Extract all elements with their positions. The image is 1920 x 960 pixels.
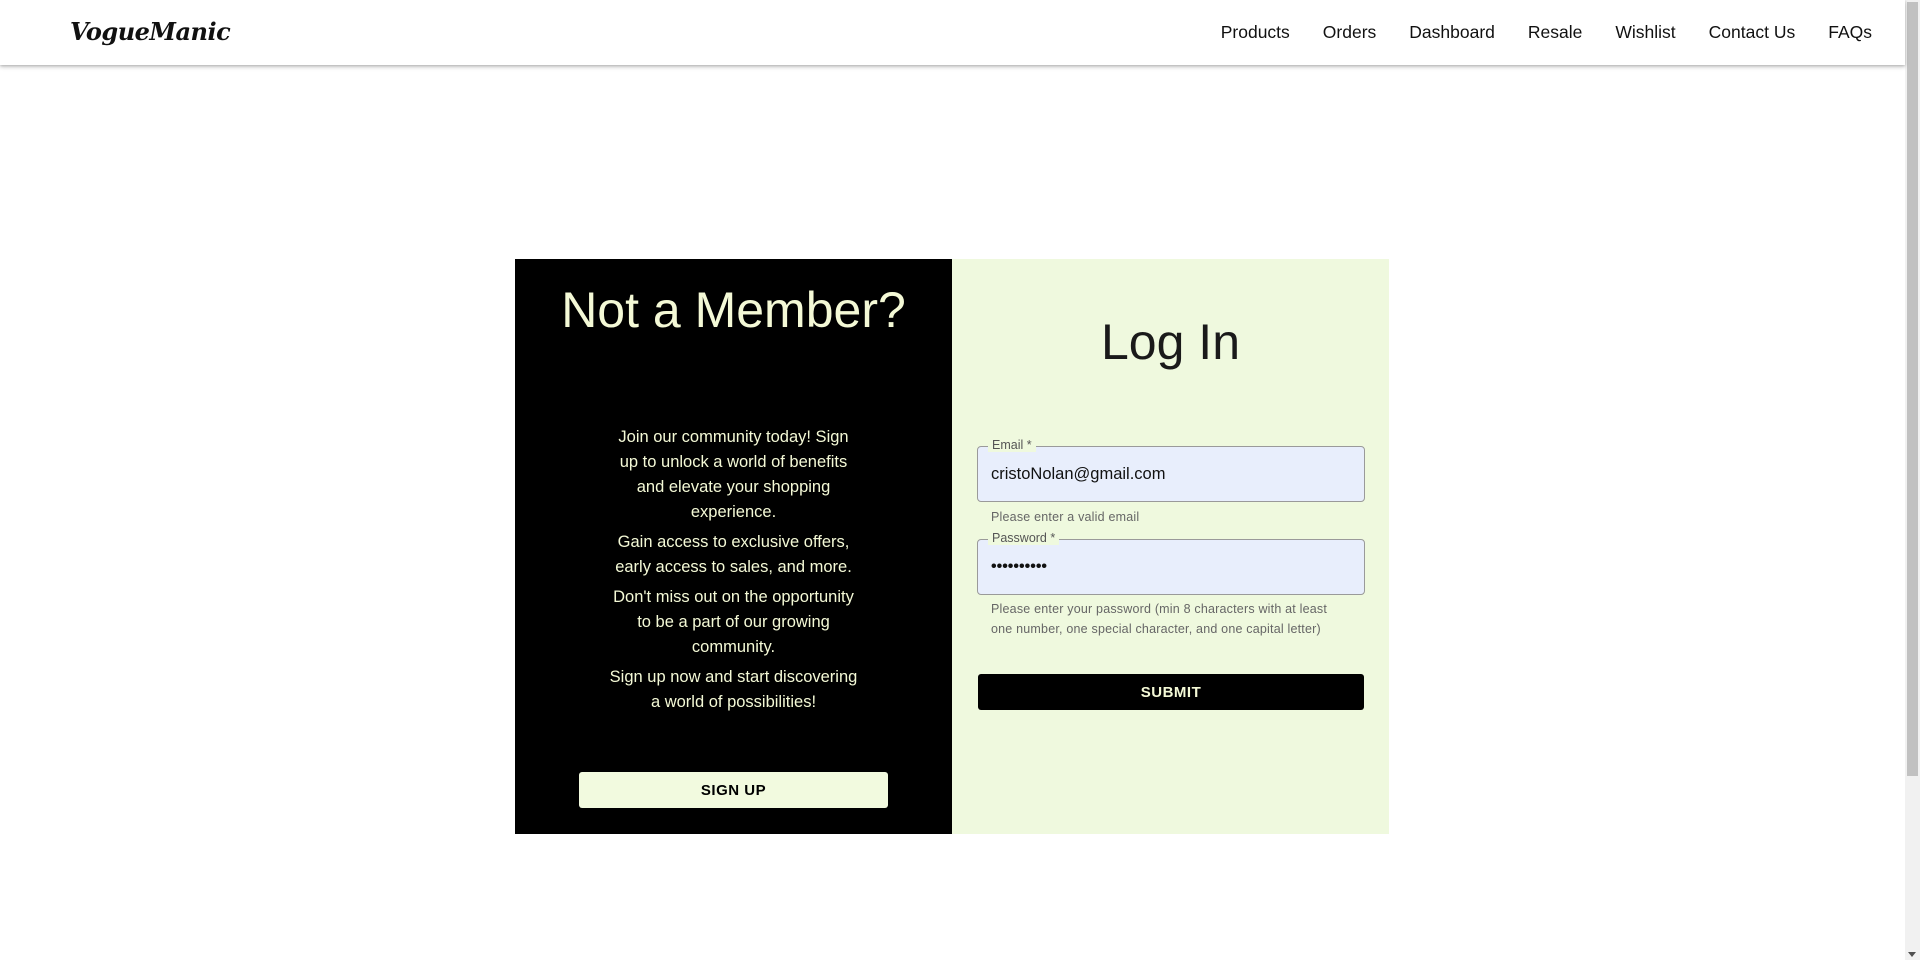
nav-item-dashboard[interactable]: Dashboard [1409, 22, 1495, 43]
signup-title: Not a Member? [561, 282, 906, 338]
password-helper-text: Please enter your password (min 8 charac… [991, 602, 1328, 636]
signup-paragraph: Sign up now and start discovering a worl… [609, 668, 858, 711]
email-input[interactable]: cristoNolan@gmail.com [991, 447, 1351, 501]
signup-description: Join our community today! Sign up to unl… [515, 425, 952, 720]
signup-paragraph: Gain access to exclusive offers, early a… [615, 533, 852, 576]
nav-item-products[interactable]: Products [1221, 22, 1290, 43]
vertical-scrollbar[interactable] [1905, 0, 1920, 960]
signup-paragraph: Don't miss out on the opportunity to be … [613, 588, 854, 656]
scroll-down-arrow-icon[interactable] [1908, 952, 1916, 957]
scrollbar-thumb[interactable] [1907, 2, 1918, 776]
email-field[interactable]: Email * cristoNolan@gmail.com [977, 438, 1365, 502]
password-input[interactable]: •••••••••• [991, 540, 1351, 594]
sign-up-button[interactable]: SIGN UP [579, 772, 888, 808]
nav-links: Products Orders Dashboard Resale Wishlis… [1188, 0, 1872, 65]
brand-logo[interactable]: VogueManic [70, 17, 231, 46]
nav-item-resale[interactable]: Resale [1528, 22, 1582, 43]
nav-item-orders[interactable]: Orders [1323, 22, 1376, 43]
password-field[interactable]: Password * •••••••••• [977, 531, 1365, 595]
login-panel: Log In Email * cristoNolan@gmail.com Ple… [952, 259, 1389, 834]
top-navbar: VogueManic Products Orders Dashboard Res… [0, 0, 1905, 65]
nav-item-contact-us[interactable]: Contact Us [1709, 22, 1796, 43]
login-title: Log In [1100, 314, 1240, 370]
submit-button[interactable]: SUBMIT [978, 674, 1364, 710]
signup-paragraph: Join our community today! Sign up to unl… [618, 428, 849, 521]
signup-panel: Not a Member? Join our community today! … [515, 259, 952, 834]
auth-card: Not a Member? Join our community today! … [515, 259, 1389, 834]
nav-item-wishlist[interactable]: Wishlist [1615, 22, 1675, 43]
email-helper-text: Please enter a valid email [991, 510, 1140, 524]
nav-item-faqs[interactable]: FAQs [1828, 22, 1872, 43]
